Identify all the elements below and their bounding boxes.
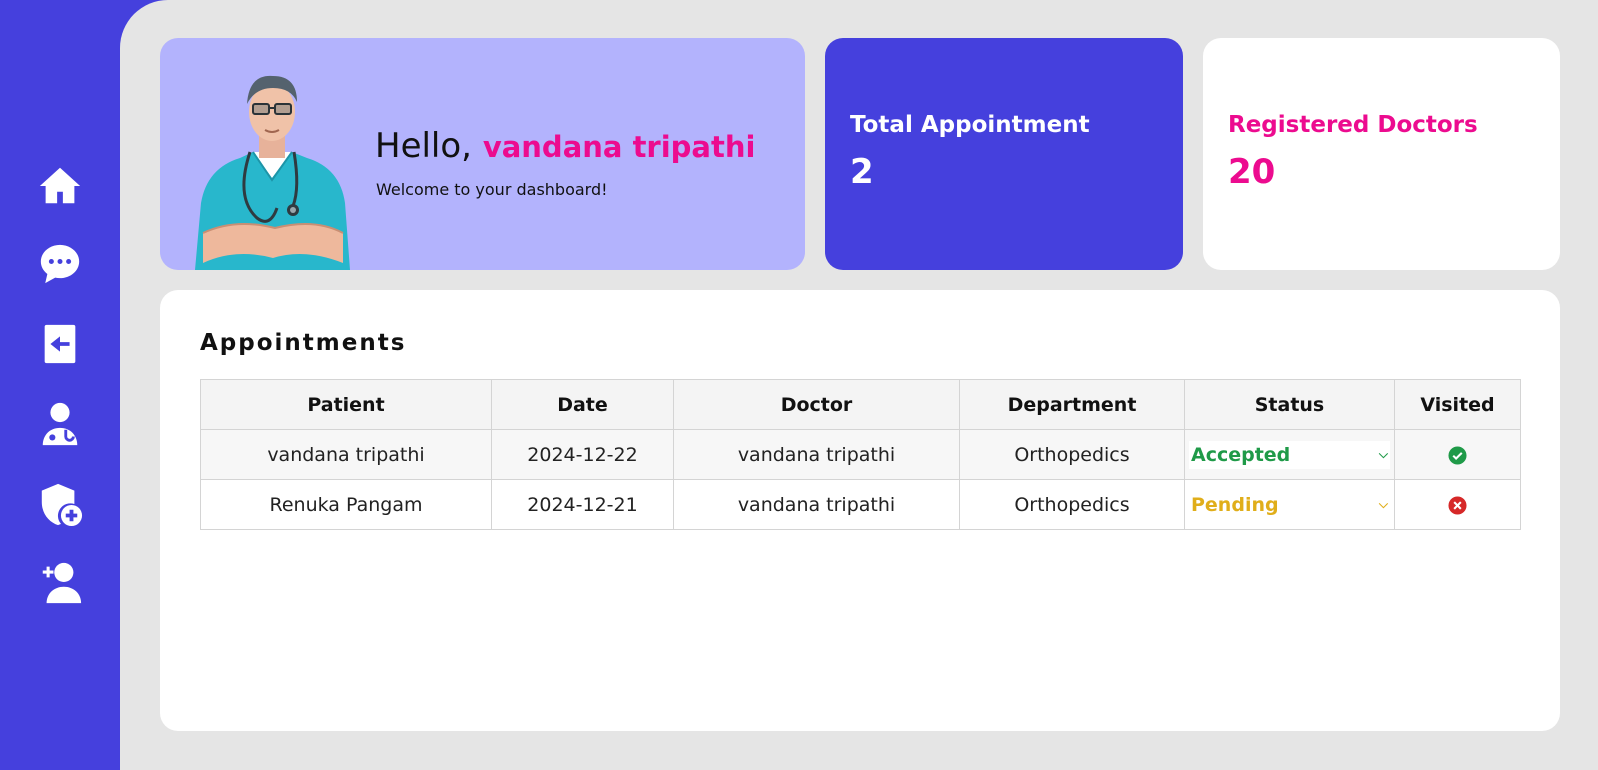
column-header-department: Department xyxy=(959,379,1185,430)
sidebar xyxy=(0,0,120,770)
appointments-card: Appointments Patient Date Doctor Departm… xyxy=(160,290,1560,731)
column-header-visited: Visited xyxy=(1394,379,1521,430)
column-header-status: Status xyxy=(1184,379,1395,430)
table-row: Renuka Pangam 2024-12-21 vandana tripath… xyxy=(200,479,1521,530)
department-cell: Orthopedics xyxy=(959,429,1185,480)
patient-cell: Renuka Pangam xyxy=(200,479,492,530)
registered-doctors-value: 20 xyxy=(1228,152,1276,192)
home-icon[interactable] xyxy=(36,162,84,210)
total-appointment-value: 2 xyxy=(850,152,874,192)
status-select[interactable]: Pending ⌵ xyxy=(1189,491,1390,519)
department-cell: Orthopedics xyxy=(959,479,1185,530)
greeting-text: Hello, xyxy=(375,126,472,166)
doctor-cell: vandana tripathi xyxy=(673,429,960,480)
doctor-illustration xyxy=(195,75,350,270)
column-header-date: Date xyxy=(491,379,674,430)
appointments-title: Appointments xyxy=(200,330,407,356)
status-cell: Pending ⌵ xyxy=(1184,479,1395,530)
chevron-down-icon: ⌵ xyxy=(1378,497,1388,511)
appointments-table: Patient Date Doctor Department Status Vi… xyxy=(200,379,1521,530)
registered-doctors-label: Registered Doctors xyxy=(1228,112,1478,138)
doctor-cell: vandana tripathi xyxy=(673,479,960,530)
status-cell: Accepted ⌵ xyxy=(1184,429,1395,480)
date-cell: 2024-12-22 xyxy=(491,429,674,480)
user-name: vandana tripathi xyxy=(482,130,756,164)
user-plus-icon[interactable] xyxy=(36,558,84,606)
welcome-subtitle: Welcome to your dashboard! xyxy=(376,180,608,199)
status-value: Pending xyxy=(1191,493,1279,516)
registered-doctors-card: Registered Doctors 20 xyxy=(1203,38,1560,270)
check-circle-icon[interactable] xyxy=(1448,445,1467,465)
table-row: vandana tripathi 2024-12-22 vandana trip… xyxy=(200,429,1521,480)
shield-plus-icon[interactable] xyxy=(36,480,84,528)
main-content: Hello, vandana tripathi Welcome to your … xyxy=(120,0,1598,770)
chat-icon[interactable] xyxy=(36,240,84,288)
table-header-row: Patient Date Doctor Department Status Vi… xyxy=(200,379,1521,430)
logout-icon[interactable] xyxy=(36,320,84,368)
column-header-doctor: Doctor xyxy=(673,379,960,430)
welcome-card: Hello, vandana tripathi Welcome to your … xyxy=(160,38,805,270)
chevron-down-icon: ⌵ xyxy=(1378,447,1388,461)
status-select[interactable]: Accepted ⌵ xyxy=(1189,440,1390,469)
patient-cell: vandana tripathi xyxy=(200,429,492,480)
visited-cell xyxy=(1394,479,1521,530)
x-circle-icon[interactable] xyxy=(1448,495,1467,515)
status-value: Accepted xyxy=(1191,443,1291,466)
total-appointment-label: Total Appointment xyxy=(850,112,1090,138)
doctor-icon[interactable] xyxy=(36,400,84,448)
column-header-patient: Patient xyxy=(200,379,492,430)
greeting: Hello, vandana tripathi xyxy=(375,126,755,166)
total-appointment-card: Total Appointment 2 xyxy=(825,38,1183,270)
visited-cell xyxy=(1394,429,1521,480)
date-cell: 2024-12-21 xyxy=(491,479,674,530)
